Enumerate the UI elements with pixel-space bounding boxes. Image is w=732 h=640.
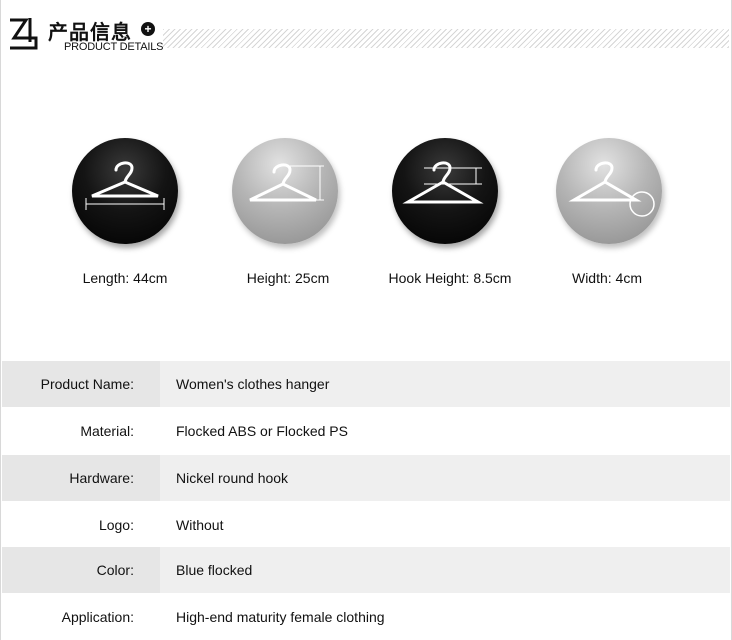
plus-icon: + bbox=[141, 22, 155, 36]
spec-value: Nickel round hook bbox=[176, 470, 289, 486]
decorative-stripe-bar bbox=[163, 29, 729, 48]
height-label: Height: 25cm bbox=[246, 270, 330, 286]
spec-value: Women's clothes hanger bbox=[176, 376, 330, 392]
length-label: Length: 44cm bbox=[82, 270, 168, 286]
section-header: 产品信息 + PRODUCT DETAILS bbox=[0, 0, 732, 60]
spec-value: Blue flocked bbox=[176, 562, 253, 578]
spec-label: Application: bbox=[61, 609, 134, 625]
spec-label: Color: bbox=[2, 547, 160, 593]
spec-label: Hardware: bbox=[2, 455, 160, 501]
width-dimension bbox=[556, 138, 666, 248]
spec-label: Logo: bbox=[98, 517, 134, 533]
hanger-hook-height-icon bbox=[392, 138, 498, 244]
spec-row-product-name: Product Name: Women's clothes hanger bbox=[2, 361, 730, 407]
length-dimension bbox=[72, 138, 182, 248]
spec-row-material: Material: Flocked ABS or Flocked PS bbox=[2, 408, 730, 454]
spec-value: Flocked ABS or Flocked PS bbox=[176, 423, 348, 439]
hook-height-label: Hook Height: 8.5cm bbox=[388, 270, 512, 286]
spec-value: High-end maturity female clothing bbox=[176, 609, 385, 625]
spec-row-color: Color: Blue flocked bbox=[2, 547, 730, 593]
hanger-length-icon bbox=[72, 138, 178, 244]
spec-value: Without bbox=[176, 517, 224, 533]
height-dimension bbox=[232, 138, 342, 248]
spec-row-logo: Logo: Without bbox=[2, 502, 730, 548]
hanger-width-icon bbox=[556, 138, 662, 244]
brand-logo-icon bbox=[10, 18, 38, 50]
spec-row-application: Application: High-end maturity female cl… bbox=[2, 594, 730, 640]
spec-label: Material: bbox=[80, 423, 134, 439]
spec-row-hardware: Hardware: Nickel round hook bbox=[2, 455, 730, 501]
spec-label: Product Name: bbox=[2, 361, 160, 407]
hanger-height-icon bbox=[232, 138, 338, 244]
section-title-en: PRODUCT DETAILS bbox=[64, 41, 164, 53]
hook-height-dimension bbox=[392, 138, 502, 248]
width-label: Width: 4cm bbox=[571, 270, 642, 286]
